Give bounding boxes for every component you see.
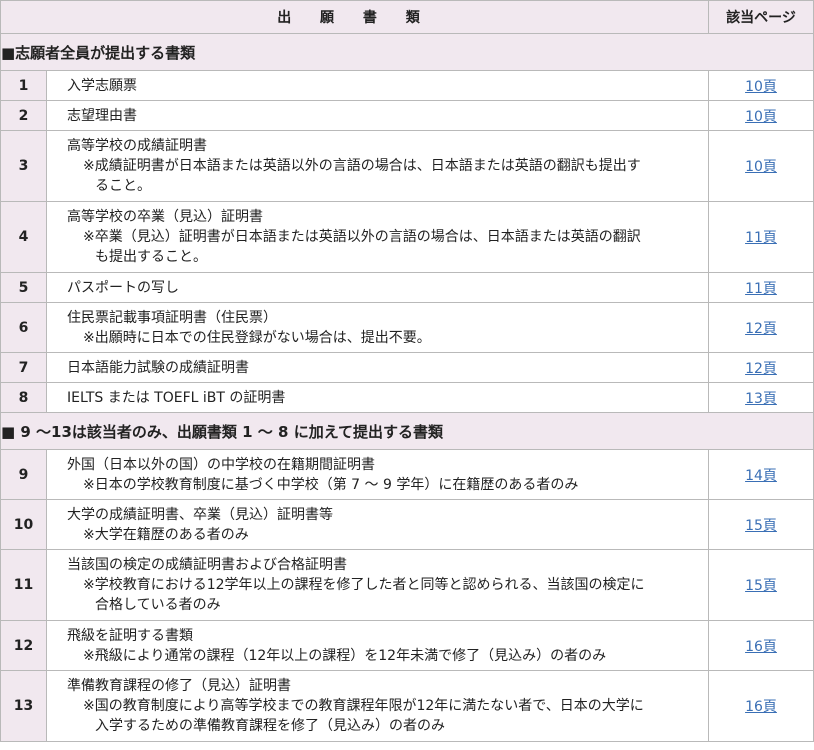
section-header-row: ■ 9 ～13は該当者のみ、出願書類 1 ～ 8 に加えて提出する書類 bbox=[0, 412, 814, 450]
page-link[interactable]: 12頁 bbox=[745, 321, 777, 337]
row-number: 5 bbox=[0, 272, 47, 303]
document-title: 住民票記載事項証明書（住民票） bbox=[67, 309, 277, 326]
document-cell: パスポートの写し bbox=[46, 272, 709, 303]
section-title-all-applicants: ■志願者全員が提出する書類 bbox=[0, 33, 814, 71]
document-title: 高等学校の卒業（見込）証明書 bbox=[67, 209, 263, 225]
page-cell: 11頁 bbox=[708, 272, 814, 303]
table-row: 5 パスポートの写し 11頁 bbox=[0, 272, 814, 303]
page-cell: 12頁 bbox=[708, 352, 814, 383]
header-page: 該当ページ bbox=[708, 0, 814, 34]
row-number: 8 bbox=[0, 382, 47, 413]
document-note: ※出願時に日本での住民登録がない場合は、提出不要。 bbox=[83, 329, 431, 346]
row-number: 9 bbox=[0, 449, 47, 500]
table-row: 4 高等学校の卒業（見込）証明書 ※卒業（見込）証明書が日本語または英語以外の言… bbox=[0, 201, 814, 273]
table-row: 7 日本語能力試験の成績証明書 12頁 bbox=[0, 352, 814, 383]
page-cell: 12頁 bbox=[708, 302, 814, 353]
document-cell: 高等学校の卒業（見込）証明書 ※卒業（見込）証明書が日本語または英語以外の言語の… bbox=[46, 201, 709, 273]
document-note: ※大学在籍歴のある者のみ bbox=[83, 526, 249, 543]
document-cell: 志望理由書 bbox=[46, 100, 709, 131]
row-number: 11 bbox=[0, 549, 47, 621]
section-title-applicable-only: ■ 9 ～13は該当者のみ、出願書類 1 ～ 8 に加えて提出する書類 bbox=[0, 412, 814, 450]
row-number: 1 bbox=[0, 70, 47, 101]
document-cell: 飛級を証明する書類 ※飛級により通常の課程（12年以上の課程）を12年未満で修了… bbox=[46, 620, 709, 671]
page-link[interactable]: 14頁 bbox=[745, 468, 777, 484]
document-title: 外国（日本以外の国）の中学校の在籍期間証明書 bbox=[67, 456, 375, 473]
document-cell: 準備教育課程の修了（見込）証明書 ※国の教育制度により高等学校までの教育課程年限… bbox=[46, 670, 709, 742]
document-title: 日本語能力試験の成績証明書 bbox=[67, 359, 249, 376]
row-number: 7 bbox=[0, 352, 47, 383]
page-link[interactable]: 11頁 bbox=[745, 230, 777, 246]
document-title: 当該国の検定の成績証明書および合格証明書 bbox=[67, 557, 347, 573]
table-row: 12 飛級を証明する書類 ※飛級により通常の課程（12年以上の課程）を12年未満… bbox=[0, 620, 814, 671]
document-title: 高等学校の成績証明書 bbox=[67, 138, 207, 154]
document-title: 志望理由書 bbox=[67, 107, 137, 124]
row-number: 2 bbox=[0, 100, 47, 131]
page-link[interactable]: 15頁 bbox=[745, 578, 777, 594]
document-note: ※成績証明書が日本語または英語以外の言語の場合は、日本語または英語の翻訳も提出す… bbox=[83, 158, 641, 194]
document-note: ※飛級により通常の課程（12年以上の課程）を12年未満で修了（見込み）の者のみ bbox=[83, 647, 607, 664]
page-cell: 10頁 bbox=[708, 100, 814, 131]
page-link[interactable]: 16頁 bbox=[745, 639, 777, 655]
document-title: 飛級を証明する書類 bbox=[67, 627, 193, 644]
document-cell: 当該国の検定の成績証明書および合格証明書 ※学校教育における12学年以上の課程を… bbox=[46, 549, 709, 621]
page-link[interactable]: 10頁 bbox=[745, 109, 777, 125]
document-title: 入学志願票 bbox=[67, 77, 137, 94]
page-cell: 16頁 bbox=[708, 620, 814, 671]
page-link[interactable]: 16頁 bbox=[745, 699, 777, 715]
row-number: 10 bbox=[0, 499, 47, 550]
document-title: 大学の成績証明書、卒業（見込）証明書等 bbox=[67, 506, 333, 523]
page-link[interactable]: 10頁 bbox=[745, 79, 777, 95]
document-note: ※日本の学校教育制度に基づく中学校（第 7 ～ 9 学年）に在籍歴のある者のみ bbox=[83, 476, 579, 493]
row-number: 12 bbox=[0, 620, 47, 671]
document-title: パスポートの写し bbox=[67, 279, 179, 296]
row-number: 4 bbox=[0, 201, 47, 273]
row-number: 6 bbox=[0, 302, 47, 353]
row-number: 3 bbox=[0, 130, 47, 202]
document-cell: IELTS または TOEFL iBT の証明書 bbox=[46, 382, 709, 413]
table-header-row: 出 願 書 類 該当ページ bbox=[0, 0, 814, 34]
page-cell: 11頁 bbox=[708, 201, 814, 273]
page-cell: 13頁 bbox=[708, 382, 814, 413]
page-cell: 16頁 bbox=[708, 670, 814, 742]
page-link[interactable]: 13頁 bbox=[745, 391, 777, 407]
table-row: 11 当該国の検定の成績証明書および合格証明書 ※学校教育における12学年以上の… bbox=[0, 549, 814, 621]
document-note: ※国の教育制度により高等学校までの教育課程年限が12年に満たない者で、日本の大学… bbox=[83, 698, 644, 734]
document-note: ※卒業（見込）証明書が日本語または英語以外の言語の場合は、日本語または英語の翻訳… bbox=[83, 229, 641, 265]
header-documents: 出 願 書 類 bbox=[0, 0, 709, 34]
document-cell: 外国（日本以外の国）の中学校の在籍期間証明書 ※日本の学校教育制度に基づく中学校… bbox=[46, 449, 709, 500]
page-link[interactable]: 12頁 bbox=[745, 361, 777, 377]
document-title: IELTS または TOEFL iBT の証明書 bbox=[67, 389, 286, 406]
document-cell: 大学の成績証明書、卒業（見込）証明書等 ※大学在籍歴のある者のみ bbox=[46, 499, 709, 550]
document-cell: 住民票記載事項証明書（住民票） ※出願時に日本での住民登録がない場合は、提出不要… bbox=[46, 302, 709, 353]
table-row: 13 準備教育課程の修了（見込）証明書 ※国の教育制度により高等学校までの教育課… bbox=[0, 670, 814, 742]
document-title: 準備教育課程の修了（見込）証明書 bbox=[67, 678, 291, 694]
table-row: 1 入学志願票 10頁 bbox=[0, 70, 814, 101]
table-row: 3 高等学校の成績証明書 ※成績証明書が日本語または英語以外の言語の場合は、日本… bbox=[0, 130, 814, 202]
table-row: 8 IELTS または TOEFL iBT の証明書 13頁 bbox=[0, 382, 814, 413]
page-link[interactable]: 10頁 bbox=[745, 159, 777, 175]
page-cell: 14頁 bbox=[708, 449, 814, 500]
page-link[interactable]: 15頁 bbox=[745, 518, 777, 534]
documents-table: 出 願 書 類 該当ページ ■志願者全員が提出する書類 1 入学志願票 10頁 … bbox=[0, 0, 814, 742]
page-cell: 15頁 bbox=[708, 549, 814, 621]
page-link[interactable]: 11頁 bbox=[745, 281, 777, 297]
page-cell: 15頁 bbox=[708, 499, 814, 550]
table-row: 10 大学の成績証明書、卒業（見込）証明書等 ※大学在籍歴のある者のみ 15頁 bbox=[0, 499, 814, 550]
table-row: 6 住民票記載事項証明書（住民票） ※出願時に日本での住民登録がない場合は、提出… bbox=[0, 302, 814, 353]
table-row: 2 志望理由書 10頁 bbox=[0, 100, 814, 131]
document-cell: 日本語能力試験の成績証明書 bbox=[46, 352, 709, 383]
table-row: 9 外国（日本以外の国）の中学校の在籍期間証明書 ※日本の学校教育制度に基づく中… bbox=[0, 449, 814, 500]
page-cell: 10頁 bbox=[708, 130, 814, 202]
document-note: ※学校教育における12学年以上の課程を修了した者と同等と認められる、当該国の検定… bbox=[83, 577, 645, 613]
document-cell: 入学志願票 bbox=[46, 70, 709, 101]
section-header-row: ■志願者全員が提出する書類 bbox=[0, 33, 814, 71]
page-cell: 10頁 bbox=[708, 70, 814, 101]
document-cell: 高等学校の成績証明書 ※成績証明書が日本語または英語以外の言語の場合は、日本語ま… bbox=[46, 130, 709, 202]
row-number: 13 bbox=[0, 670, 47, 742]
